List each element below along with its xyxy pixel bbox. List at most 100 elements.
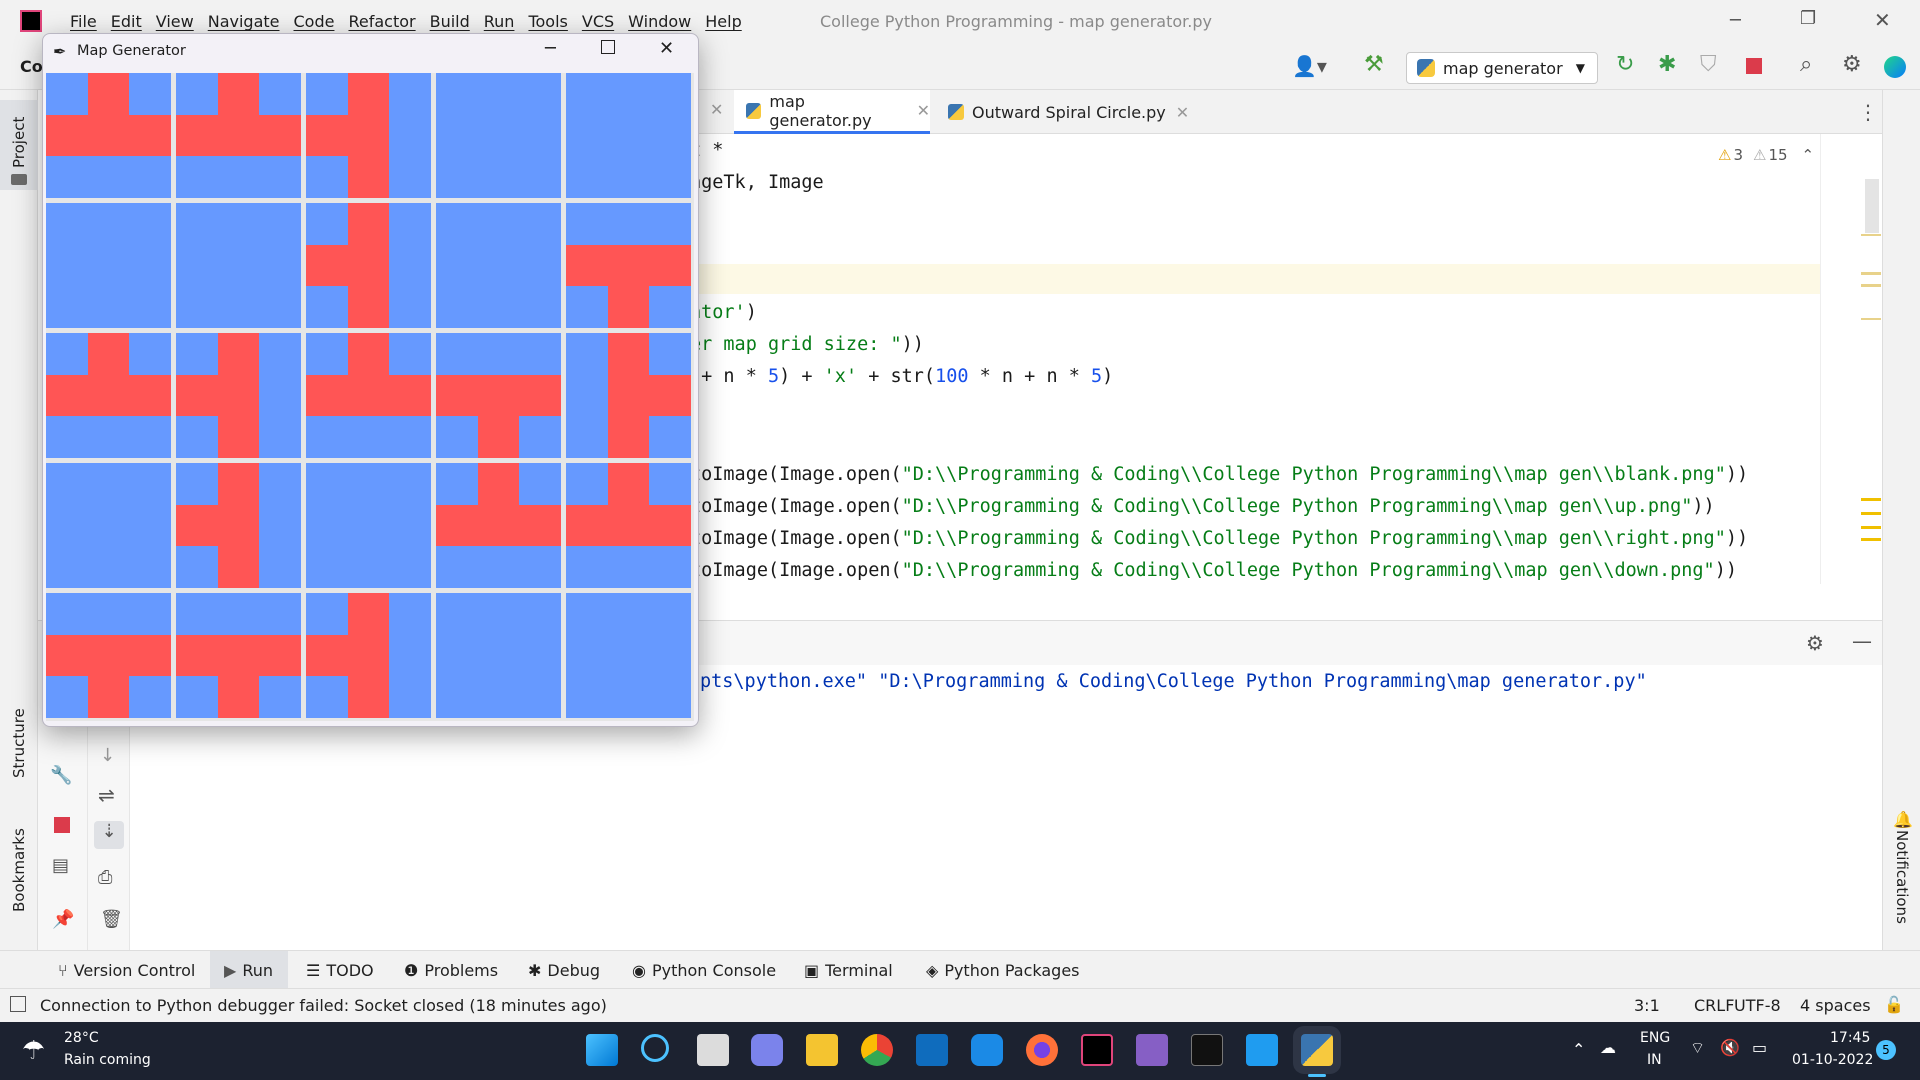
intellij-logo-icon[interactable] <box>20 10 42 32</box>
search-icon[interactable] <box>641 1034 669 1062</box>
notification-badge[interactable]: 5 <box>1876 1040 1896 1060</box>
firefox-icon[interactable] <box>1026 1034 1058 1066</box>
chrome-icon[interactable] <box>861 1034 893 1066</box>
menu-code[interactable]: Code <box>294 12 335 31</box>
structure-label[interactable]: Structure <box>10 708 28 778</box>
lock-icon[interactable]: 🔓 <box>1884 995 1904 1014</box>
map-tile-right <box>566 333 691 458</box>
visual-studio-icon[interactable] <box>1136 1034 1168 1066</box>
wrench-icon[interactable]: 🔧 <box>50 765 72 786</box>
tab-terminal[interactable]: ▣ Terminal <box>804 951 893 989</box>
status-toggle-icon[interactable] <box>10 996 26 1012</box>
menu-vcs[interactable]: VCS <box>582 12 614 31</box>
menu-file[interactable]: File <box>70 12 97 31</box>
user-icon[interactable]: 👤▾ <box>1292 54 1327 78</box>
tab-python-console[interactable]: ◉ Python Console <box>632 951 776 989</box>
caret-position[interactable]: 3:1 <box>1634 996 1660 1015</box>
more-options-icon[interactable]: ⋮ <box>1858 100 1878 124</box>
maximize-icon[interactable] <box>601 40 615 54</box>
code-editor[interactable]: t * ageTk, Image ator') er map grid size… <box>690 134 1841 584</box>
mail-icon[interactable] <box>916 1034 948 1066</box>
stop-icon[interactable] <box>54 817 70 833</box>
file-encoding[interactable]: UTF-8 <box>1734 996 1781 1015</box>
coverage-icon[interactable]: ⛉ <box>1700 52 1717 77</box>
minimize-icon[interactable]: ─ <box>1730 10 1741 31</box>
bell-icon[interactable]: 🔔 <box>1893 810 1913 829</box>
tab-map-generator[interactable]: map generator.py ✕ <box>734 90 930 134</box>
task-view-icon[interactable] <box>697 1034 729 1066</box>
layout-icon[interactable]: ▤ <box>52 855 69 876</box>
jetbrains-toolbox-icon[interactable] <box>1884 56 1906 78</box>
chevron-up-icon[interactable]: ⌃ <box>1572 1040 1585 1059</box>
status-message[interactable]: Connection to Python debugger failed: So… <box>40 996 607 1015</box>
tab-close-icon[interactable]: ✕ <box>1176 103 1189 122</box>
prev-tab-close-icon[interactable]: ✕ <box>710 100 723 119</box>
run-output-line[interactable]: pts\python.exe" "D:\Programming & Coding… <box>700 667 1647 697</box>
python-app-icon[interactable] <box>1301 1034 1333 1066</box>
menu-help[interactable]: Help <box>705 12 741 31</box>
tab-outward-spiral-circle[interactable]: Outward Spiral Circle.py ✕ <box>942 90 1189 134</box>
menu-navigate[interactable]: Navigate <box>208 12 280 31</box>
soft-wrap-icon[interactable]: ⇌ <box>98 783 115 807</box>
terminal-icon[interactable] <box>1191 1034 1223 1066</box>
chat-icon[interactable] <box>751 1034 783 1066</box>
menu-tools[interactable]: Tools <box>528 12 567 31</box>
minimize-icon[interactable]: ─ <box>545 38 556 59</box>
road-segment <box>306 635 389 676</box>
menu-view[interactable]: View <box>156 12 194 31</box>
print-icon[interactable]: ⎙ <box>98 867 112 888</box>
scroll-thumb[interactable] <box>1865 179 1879 233</box>
clock-date[interactable]: 01-10-2022 <box>1792 1052 1873 1068</box>
vscode-icon[interactable] <box>1246 1034 1278 1066</box>
menu-refactor[interactable]: Refactor <box>348 12 415 31</box>
file-explorer-icon[interactable] <box>806 1034 838 1066</box>
hide-panel-icon[interactable]: — <box>1852 629 1872 653</box>
store-icon[interactable] <box>971 1034 1003 1066</box>
weather-icon[interactable]: ☂ <box>22 1036 45 1066</box>
line-separator[interactable]: CRLF <box>1694 996 1734 1015</box>
map-tile-blank <box>566 593 691 718</box>
notifications-label[interactable]: Notifications <box>1893 830 1911 924</box>
map-generator-window[interactable]: ✒ Map Generator ─ ✕ <box>42 33 699 727</box>
chevron-up-icon[interactable]: ⌃ <box>1802 146 1815 164</box>
pin-icon[interactable]: 📌 <box>52 909 74 930</box>
menu-window[interactable]: Window <box>628 12 691 31</box>
project-tool-button[interactable]: Project <box>0 100 38 190</box>
indent-setting[interactable]: 4 spaces <box>1800 996 1871 1015</box>
tab-python-packages[interactable]: ◈ Python Packages <box>926 951 1080 989</box>
start-icon[interactable] <box>586 1034 618 1066</box>
gear-icon[interactable]: ⚙ <box>1842 52 1862 77</box>
menu-build[interactable]: Build <box>430 12 470 31</box>
road-segment <box>88 73 129 156</box>
debug-bug-icon[interactable]: ✱ <box>1658 52 1676 77</box>
close-icon[interactable]: ✕ <box>659 38 674 59</box>
scroll-to-end-icon[interactable]: ⇣ <box>94 821 124 849</box>
search-icon[interactable]: ⌕ <box>1800 52 1812 77</box>
close-icon[interactable]: ✕ <box>1874 8 1891 32</box>
menu-edit[interactable]: Edit <box>111 12 142 31</box>
trash-icon[interactable]: 🗑 <box>100 909 123 930</box>
bookmarks-label[interactable]: Bookmarks <box>10 828 28 912</box>
volume-muted-icon[interactable]: 🔇 <box>1720 1038 1740 1057</box>
run-settings-gear-icon[interactable]: ⚙ <box>1806 631 1824 655</box>
tab-debug[interactable]: ✱ Debug <box>528 951 600 989</box>
build-hammer-icon[interactable]: ⚒ <box>1364 52 1384 77</box>
run-config-dropdown[interactable]: map generator ▼ <box>1406 52 1598 84</box>
clock-time[interactable]: 17:45 <box>1830 1030 1870 1046</box>
language-2[interactable]: IN <box>1647 1052 1662 1068</box>
onedrive-icon[interactable]: ☁ <box>1600 1038 1616 1057</box>
menu-run[interactable]: Run <box>484 12 515 31</box>
tab-version-control[interactable]: ⑂ Version Control <box>58 951 195 989</box>
language-1[interactable]: ENG <box>1640 1030 1670 1046</box>
wifi-icon[interactable]: ⌔ <box>1690 1038 1705 1058</box>
battery-icon[interactable]: ▭ <box>1752 1038 1767 1057</box>
scroll-down-icon[interactable]: ↓ <box>100 745 115 766</box>
tab-close-icon[interactable]: ✕ <box>917 101 930 120</box>
tab-todo[interactable]: ☰ TODO <box>306 951 374 989</box>
intellij-icon[interactable] <box>1081 1034 1113 1066</box>
tab-run[interactable]: ▶ Run <box>210 951 288 989</box>
restore-icon[interactable]: ❐ <box>1800 8 1816 29</box>
stop-icon[interactable] <box>1746 58 1762 74</box>
tab-problems[interactable]: ❶ Problems <box>404 951 498 989</box>
rerun-icon[interactable]: ↻ <box>1616 52 1634 77</box>
